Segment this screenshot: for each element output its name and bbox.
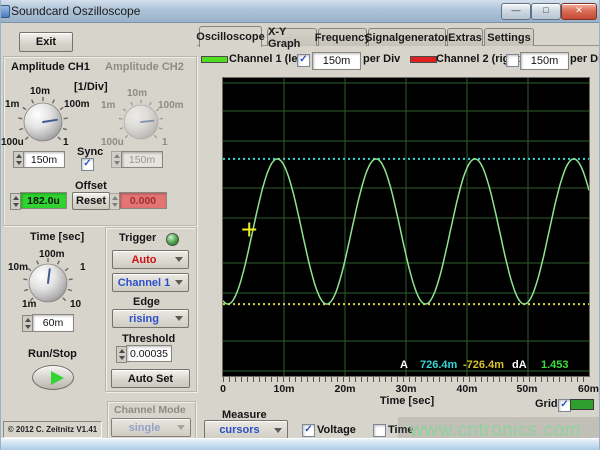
app-icon xyxy=(1,5,10,18)
dropdown-arrow-icon xyxy=(177,425,185,430)
tab-oscilloscope[interactable]: Oscilloscope xyxy=(196,26,265,47)
channel2-enable-checkbox[interactable] xyxy=(506,54,519,67)
x-axis-ruler xyxy=(223,377,589,382)
tab-extras[interactable]: Extras xyxy=(447,28,483,46)
run-stop-button[interactable] xyxy=(32,365,74,390)
time-field[interactable]: 60m xyxy=(32,314,74,332)
trigger-title: Trigger xyxy=(119,232,157,244)
tab-signalgenerator[interactable]: Signalgenerator xyxy=(365,28,449,46)
ch2-scale-field[interactable]: 150m xyxy=(121,151,163,168)
readout-da-label: dA xyxy=(512,359,527,371)
time-knob[interactable] xyxy=(20,255,76,311)
run-stop-label: Run/Stop xyxy=(28,348,77,360)
spinner-up-icon[interactable] xyxy=(15,153,22,158)
x-tick-20m: 20m xyxy=(334,383,356,395)
soundcard-oscilloscope-window: Soundcard Oszilloscope — □ ✕ Exit Amplit… xyxy=(0,0,600,450)
readout-da-value: 1.453 xyxy=(541,359,569,371)
amplitude-unit-label: [1/Div] xyxy=(74,81,108,93)
voltage-checkbox[interactable]: ✓ xyxy=(302,424,315,437)
time-title: Time [sec] xyxy=(30,231,85,243)
time-checkbox[interactable] xyxy=(373,424,386,437)
dropdown-arrow-icon xyxy=(175,280,183,285)
ch1-offset-field[interactable]: 182.0u xyxy=(20,192,67,209)
channel2-perdiv-label: per Div xyxy=(570,53,599,65)
amplitude-ch2-title: Amplitude CH2 xyxy=(105,61,184,73)
title-bar[interactable]: Soundcard Oszilloscope — □ ✕ xyxy=(1,0,599,23)
grid-label: Grid xyxy=(535,398,558,410)
close-button[interactable]: ✕ xyxy=(561,3,597,20)
channel1-enable-checkbox[interactable]: ✓ xyxy=(297,54,310,67)
watermark-text: www.cntronics.com xyxy=(410,420,582,441)
tab-frequency[interactable]: Frequency xyxy=(315,28,370,46)
ch2-offset-field[interactable]: 0.000 xyxy=(119,192,167,209)
dropdown-arrow-icon xyxy=(274,427,282,433)
readout-cursor-a: 726.4m xyxy=(420,359,458,371)
window-title: Soundcard Oszilloscope xyxy=(11,4,141,18)
tab-settings[interactable]: Settings xyxy=(484,28,534,46)
sync-label: Sync xyxy=(77,146,104,158)
maximize-icon: □ xyxy=(543,5,549,15)
trigger-mode-dropdown[interactable]: Auto xyxy=(112,250,189,269)
offset-label: Offset xyxy=(75,180,107,192)
tab-xy-graph[interactable]: X-Y Graph xyxy=(267,26,317,50)
threshold-label: Threshold xyxy=(122,333,176,345)
x-tick-50m: 50m xyxy=(516,383,538,395)
auto-set-button[interactable]: Auto Set xyxy=(111,369,190,388)
x-axis-title: Time [sec] xyxy=(379,395,435,407)
x-tick-60m: 60m xyxy=(577,383,599,395)
x-tick-10m: 10m xyxy=(273,383,295,395)
exit-button[interactable]: Exit xyxy=(19,32,73,52)
channel1-color-swatch xyxy=(201,56,228,63)
ch1-scale-field[interactable]: 150m xyxy=(23,151,65,168)
edge-label: Edge xyxy=(133,296,160,308)
channel-mode-dropdown[interactable]: single xyxy=(111,418,191,437)
grid-color-swatch[interactable] xyxy=(570,399,594,410)
trigger-led xyxy=(166,233,179,246)
spinner-down-icon[interactable] xyxy=(15,161,22,166)
dropdown-arrow-icon xyxy=(175,257,183,262)
dropdown-arrow-icon xyxy=(175,316,183,321)
reset-button[interactable]: Reset xyxy=(72,192,110,210)
ch2-dial-left: 1m xyxy=(101,100,116,111)
channel1-perdiv-label: per Div xyxy=(363,53,401,65)
minimize-button[interactable]: — xyxy=(501,3,531,20)
minimize-icon: — xyxy=(511,5,521,15)
time-dial-right: 1 xyxy=(80,262,86,273)
amplitude-ch1-knob[interactable] xyxy=(15,94,71,150)
channel1-perdiv-field[interactable]: 150m xyxy=(312,52,361,70)
check-icon: ✓ xyxy=(83,158,92,169)
x-tick-40m: 40m xyxy=(456,383,478,395)
maximize-button[interactable]: □ xyxy=(531,3,561,20)
channel-mode-label: Channel Mode xyxy=(114,404,186,416)
sync-checkbox[interactable]: ✓ xyxy=(81,158,94,171)
trigger-source-dropdown[interactable]: Channel 1 xyxy=(112,273,189,292)
measure-mode-dropdown[interactable]: cursors xyxy=(204,420,288,440)
channel2-perdiv-field[interactable]: 150m xyxy=(520,52,569,70)
amplitude-ch2-knob[interactable] xyxy=(116,97,166,147)
play-icon xyxy=(50,370,64,385)
trigger-edge-dropdown[interactable]: rising xyxy=(112,309,189,328)
x-tick-30m: 30m xyxy=(395,383,417,395)
copyright-status: © 2012 C. Zeitnitz V1.41 xyxy=(3,421,102,438)
amplitude-ch1-title: Amplitude CH1 xyxy=(11,61,90,73)
close-icon: ✕ xyxy=(575,5,583,15)
check-icon: ✓ xyxy=(560,399,569,410)
check-icon: ✓ xyxy=(299,54,308,65)
channel2-color-swatch xyxy=(410,56,437,63)
check-icon: ✓ xyxy=(304,424,313,435)
readout-a-label: A xyxy=(400,359,408,371)
voltage-label: Voltage xyxy=(317,424,356,436)
threshold-field[interactable]: 0.00035 xyxy=(126,345,172,362)
readout-cursor-b: -726.4m xyxy=(463,359,504,371)
x-tick-0: 0 xyxy=(220,383,226,395)
scope-display[interactable]: A 726.4m -726.4m dA 1.453 xyxy=(222,78,590,376)
